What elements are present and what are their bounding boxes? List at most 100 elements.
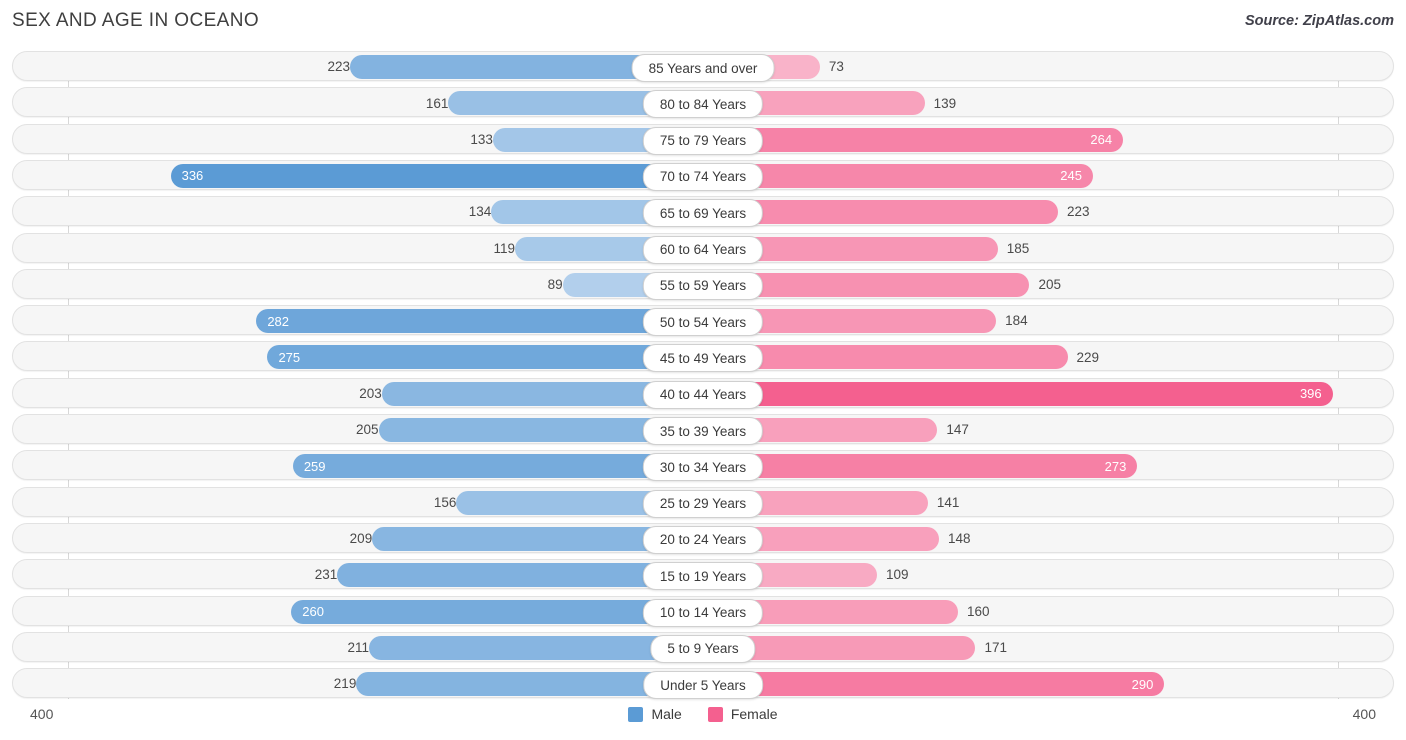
age-group-label: 65 to 69 Years xyxy=(642,199,764,228)
age-group-row: 223 73 85 Years and over xyxy=(12,51,1394,82)
row-inner: 229 275 45 to 49 Years xyxy=(13,342,1393,373)
female-value-label: 245 xyxy=(1060,168,1082,184)
male-value-label: 211 xyxy=(347,640,370,656)
legend-item[interactable]: Female xyxy=(707,706,778,722)
female-value-label: 184 xyxy=(1005,313,1028,329)
male-value-label: 119 xyxy=(493,240,516,256)
row-inner: 336 245 70 to 74 Years xyxy=(13,161,1393,191)
female-value-label: 160 xyxy=(967,603,990,619)
age-group-label: 45 to 49 Years xyxy=(642,344,764,373)
age-group-row: 133 264 75 to 79 Years xyxy=(12,123,1394,155)
female-bar[interactable]: 273 xyxy=(704,454,1138,479)
male-color-swatch xyxy=(628,706,644,722)
age-group-label: 15 to 19 Years xyxy=(642,562,764,591)
row-inner: 134 223 65 to 69 Years xyxy=(13,197,1393,228)
legend-label: Female xyxy=(730,706,778,722)
row-inner: 231 109 15 to 19 Years xyxy=(13,560,1393,591)
age-group-label: 75 to 79 Years xyxy=(642,126,764,155)
age-group-label: 85 Years and over xyxy=(631,54,775,82)
age-group-row: 211 171 5 to 9 Years xyxy=(12,631,1394,663)
row-inner: 209 148 20 to 24 Years xyxy=(13,524,1393,554)
female-value-label: 273 xyxy=(1104,458,1127,474)
age-group-row: 229 275 45 to 49 Years xyxy=(12,341,1394,373)
chart-header: SEX AND AGE IN OCEANO Source: ZipAtlas.c… xyxy=(0,0,1406,46)
female-value-label: 205 xyxy=(1038,277,1061,293)
male-value-label: 209 xyxy=(349,531,373,547)
female-value-label: 171 xyxy=(984,640,1007,656)
male-value-label: 156 xyxy=(433,494,457,510)
age-group-label: 60 to 64 Years xyxy=(642,235,764,264)
female-bar[interactable]: 396 xyxy=(704,381,1333,406)
female-value-label: 147 xyxy=(946,422,969,438)
male-bar[interactable]: 282 xyxy=(256,309,704,334)
age-group-label: 20 to 24 Years xyxy=(642,525,764,554)
row-inner: 223 73 85 Years and over xyxy=(13,52,1393,82)
row-inner: 205 147 35 to 39 Years xyxy=(13,415,1393,445)
chart-footer: 400 Male Female 400 xyxy=(12,702,1394,732)
male-value-label: 282 xyxy=(267,313,290,329)
row-inner: 119 185 60 to 64 Years xyxy=(13,234,1393,264)
male-value-label: 260 xyxy=(302,604,324,619)
row-inner: 219 290 Under 5 Years xyxy=(13,669,1393,700)
row-inner: 133 264 75 to 79 Years xyxy=(13,125,1393,155)
age-group-label: 10 to 14 Years xyxy=(642,598,764,627)
age-group-label: 30 to 34 Years xyxy=(642,453,764,482)
source-attribution: Source: ZipAtlas.com xyxy=(1244,13,1394,29)
chart-plot-area: 223 73 85 Years and over 161 139 80 to 84 Yea… xyxy=(12,51,1394,700)
male-value-label: 231 xyxy=(314,567,338,583)
axis-label-right: 400 xyxy=(1352,706,1376,722)
row-inner: 203 396 40 to 44 Years xyxy=(13,379,1393,409)
row-inner: 161 139 80 to 84 Years xyxy=(13,88,1393,119)
age-group-label: 50 to 54 Years xyxy=(642,308,764,337)
female-bar[interactable]: 264 xyxy=(704,127,1124,152)
female-value-label: 148 xyxy=(947,531,971,547)
legend-item[interactable]: Male xyxy=(628,706,682,722)
male-value-label: 205 xyxy=(356,422,379,438)
female-value-label: 73 xyxy=(828,59,844,75)
female-value-label: 109 xyxy=(886,567,909,583)
row-inner: 156 141 25 to 29 Years xyxy=(13,488,1393,518)
male-value-label: 203 xyxy=(359,385,382,401)
female-value-label: 139 xyxy=(933,95,957,111)
age-group-row: 119 185 60 to 64 Years xyxy=(12,232,1394,264)
legend-label: Male xyxy=(651,706,682,722)
age-group-label: 25 to 29 Years xyxy=(642,489,764,518)
age-group-row: 205 147 35 to 39 Years xyxy=(12,414,1394,445)
age-group-row: 203 396 40 to 44 Years xyxy=(12,377,1394,409)
age-group-label: 40 to 44 Years xyxy=(642,380,764,409)
age-group-label: Under 5 Years xyxy=(643,671,763,700)
male-value-label: 223 xyxy=(327,59,350,75)
age-group-label: 5 to 9 Years xyxy=(650,634,756,663)
age-group-row: 160 260 10 to 14 Years xyxy=(12,595,1394,627)
female-value-label: 185 xyxy=(1006,240,1030,256)
age-group-row: 209 148 20 to 24 Years xyxy=(12,522,1394,554)
male-value-label: 219 xyxy=(333,676,357,692)
row-inner: 259 273 30 to 34 Years xyxy=(13,451,1393,482)
female-value-label: 229 xyxy=(1076,349,1100,365)
female-color-swatch xyxy=(707,706,723,722)
female-value-label: 264 xyxy=(1090,132,1113,148)
male-value-label: 89 xyxy=(547,277,563,293)
male-value-label: 133 xyxy=(470,131,493,147)
row-inner: 184 282 50 to 54 Years xyxy=(13,306,1393,337)
age-group-label: 80 to 84 Years xyxy=(642,90,764,119)
page-title: SEX AND AGE IN OCEANO xyxy=(12,10,260,31)
age-group-label: 55 to 59 Years xyxy=(642,271,764,300)
row-inner: 211 171 5 to 9 Years xyxy=(13,633,1393,663)
male-bar[interactable]: 275 xyxy=(267,345,704,370)
row-inner: 160 260 10 to 14 Years xyxy=(13,597,1393,627)
female-bar[interactable]: 290 xyxy=(704,672,1165,697)
age-group-row: 134 223 65 to 69 Years xyxy=(12,196,1394,228)
age-group-row: 336 245 70 to 74 Years xyxy=(12,159,1394,191)
population-pyramid-chart: SEX AND AGE IN OCEANO Source: ZipAtlas.c… xyxy=(0,0,1406,740)
female-value-label: 223 xyxy=(1067,204,1090,220)
male-value-label: 161 xyxy=(425,95,449,111)
age-group-label: 35 to 39 Years xyxy=(642,417,764,445)
age-group-row: 231 109 15 to 19 Years xyxy=(12,559,1394,591)
male-bar[interactable]: 336 xyxy=(170,163,704,188)
female-value-label: 396 xyxy=(1299,386,1322,402)
age-group-row: 89 205 55 to 59 Years xyxy=(12,268,1394,300)
male-value-label: 134 xyxy=(468,204,492,220)
row-inner: 89 205 55 to 59 Years xyxy=(13,270,1393,300)
male-value-label: 259 xyxy=(303,458,326,474)
